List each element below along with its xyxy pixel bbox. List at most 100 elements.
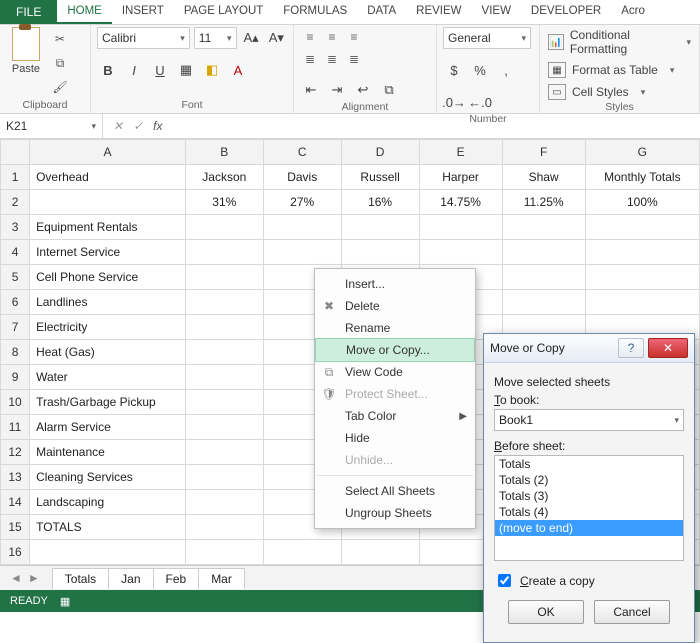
cell[interactable]: Cleaning Services	[30, 465, 186, 490]
column-header[interactable]: C	[263, 140, 341, 165]
cell[interactable]: 100%	[585, 190, 699, 215]
cell[interactable]: 27%	[263, 190, 341, 215]
cell[interactable]: Cell Phone Service	[30, 265, 186, 290]
font-name-combo[interactable]: Calibri▾	[97, 27, 190, 49]
row-header[interactable]: 3	[1, 215, 30, 240]
cell[interactable]: Heat (Gas)	[30, 340, 186, 365]
cell[interactable]: 31%	[185, 190, 263, 215]
column-header[interactable]: A	[30, 140, 186, 165]
menu-rename[interactable]: Rename	[315, 317, 475, 339]
cell[interactable]	[185, 315, 263, 340]
column-header[interactable]: D	[341, 140, 419, 165]
align-middle-button[interactable]: ≡	[322, 27, 342, 47]
align-bottom-button[interactable]: ≡	[344, 27, 364, 47]
cell[interactable]	[185, 265, 263, 290]
menu-unhide[interactable]: Unhide...	[315, 449, 475, 471]
create-copy-checkbox[interactable]	[498, 574, 511, 587]
cell[interactable]: Electricity	[30, 315, 186, 340]
column-header[interactable]: G	[585, 140, 699, 165]
format-as-table-button[interactable]: ▦ Format as Table▾	[546, 61, 676, 79]
row-header[interactable]: 12	[1, 440, 30, 465]
cell[interactable]: Trash/Garbage Pickup	[30, 390, 186, 415]
cell[interactable]	[185, 515, 263, 540]
menu-hide[interactable]: Hide	[315, 427, 475, 449]
cell[interactable]	[419, 240, 502, 265]
cell[interactable]: 11.25%	[502, 190, 585, 215]
column-header[interactable]: F	[502, 140, 585, 165]
dialog-help-button[interactable]: ?	[618, 338, 644, 358]
cell[interactable]	[502, 215, 585, 240]
cell[interactable]	[185, 365, 263, 390]
cut-button[interactable]: ✂	[50, 29, 70, 49]
italic-button[interactable]: I	[123, 59, 145, 81]
cell[interactable]: Equipment Rentals	[30, 215, 186, 240]
align-top-button[interactable]: ≡	[300, 27, 320, 47]
cell[interactable]	[185, 540, 263, 565]
conditional-formatting-button[interactable]: 📊 Conditional Formatting▾	[546, 27, 693, 57]
row-header[interactable]: 16	[1, 540, 30, 565]
menu-move-or-copy[interactable]: Move or Copy...	[315, 338, 475, 362]
tab-page-layout[interactable]: PAGE LAYOUT	[174, 0, 273, 24]
cell[interactable]	[185, 290, 263, 315]
row-header[interactable]: 9	[1, 365, 30, 390]
row-header[interactable]: 2	[1, 190, 30, 215]
row-header[interactable]: 8	[1, 340, 30, 365]
menu-protect-sheet[interactable]: 🛡Protect Sheet...	[315, 383, 475, 405]
before-sheet-list-item[interactable]: Totals	[495, 456, 683, 472]
tab-developer[interactable]: DEVELOPER	[521, 0, 611, 24]
increase-font-button[interactable]: A▴	[241, 27, 262, 49]
cell[interactable]	[185, 415, 263, 440]
cell[interactable]	[185, 340, 263, 365]
fx-icon[interactable]: fx	[153, 119, 162, 133]
cell-styles-button[interactable]: ▭ Cell Styles▾	[546, 83, 647, 101]
menu-tab-color[interactable]: Tab Color▶	[315, 405, 475, 427]
menu-select-all-sheets[interactable]: Select All Sheets	[315, 480, 475, 502]
scroll-tabs-left-icon[interactable]: ◄	[10, 571, 22, 585]
increase-indent-button[interactable]: ⇥	[326, 79, 348, 101]
menu-delete[interactable]: ✖Delete	[315, 295, 475, 317]
cell[interactable]	[341, 240, 419, 265]
cell[interactable]: Water	[30, 365, 186, 390]
merge-center-button[interactable]: ⧉	[378, 79, 400, 101]
column-header[interactable]: E	[419, 140, 502, 165]
currency-button[interactable]: $	[443, 59, 465, 81]
dialog-close-button[interactable]: ✕	[648, 338, 688, 358]
tab-insert[interactable]: INSERT	[112, 0, 174, 24]
row-header[interactable]: 11	[1, 415, 30, 440]
cell[interactable]	[185, 440, 263, 465]
cell[interactable]	[263, 215, 341, 240]
cell[interactable]: Overhead	[30, 165, 186, 190]
tab-formulas[interactable]: FORMULAS	[273, 0, 357, 24]
row-header[interactable]: 7	[1, 315, 30, 340]
row-header[interactable]: 4	[1, 240, 30, 265]
cell[interactable]	[502, 240, 585, 265]
row-header[interactable]: 5	[1, 265, 30, 290]
decrease-decimal-button[interactable]: ←.0	[469, 91, 491, 113]
align-right-button[interactable]: ≣	[344, 49, 364, 69]
increase-decimal-button[interactable]: .0→	[443, 91, 465, 113]
cell[interactable]	[185, 240, 263, 265]
cell[interactable]	[419, 215, 502, 240]
cell[interactable]: 16%	[341, 190, 419, 215]
borders-button[interactable]: ▦	[175, 59, 197, 81]
cell[interactable]	[502, 265, 585, 290]
align-left-button[interactable]: ≣	[300, 49, 320, 69]
sheet-tab[interactable]: Feb	[153, 568, 200, 589]
decrease-font-button[interactable]: A▾	[266, 27, 287, 49]
cell[interactable]	[185, 215, 263, 240]
font-color-button[interactable]: A	[227, 59, 249, 81]
cell[interactable]	[502, 290, 585, 315]
cell[interactable]: Jackson	[185, 165, 263, 190]
row-header[interactable]: 6	[1, 290, 30, 315]
cell[interactable]: Shaw	[502, 165, 585, 190]
sheet-tab[interactable]: Jan	[108, 568, 153, 589]
percent-button[interactable]: %	[469, 59, 491, 81]
before-sheet-list-item[interactable]: Totals (4)	[495, 504, 683, 520]
row-header[interactable]: 10	[1, 390, 30, 415]
row-header[interactable]: 14	[1, 490, 30, 515]
wrap-text-button[interactable]: ↩	[352, 79, 374, 101]
cancel-formula-icon[interactable]: ✕	[113, 119, 123, 133]
font-size-combo[interactable]: 11▾	[194, 27, 237, 49]
tab-view[interactable]: VIEW	[472, 0, 521, 24]
cell[interactable]: Davis	[263, 165, 341, 190]
